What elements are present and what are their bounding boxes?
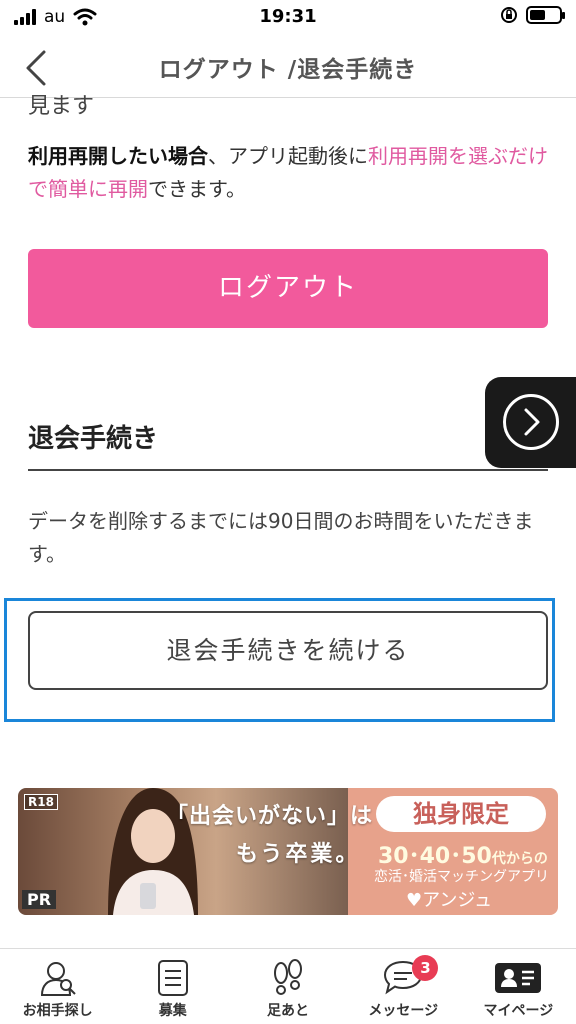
ad-catchphrase-1: 「出会いがない」は <box>166 804 374 829</box>
logout-button[interactable]: ログアウト <box>28 249 548 328</box>
status-bar: au 19:31 <box>0 0 576 34</box>
tab-label: メッセージ <box>368 1003 439 1019</box>
profile-card-icon <box>495 963 542 993</box>
chevron-right-icon <box>524 408 540 436</box>
section-divider <box>28 469 548 471</box>
status-right <box>500 6 565 24</box>
withdrawal-description: データを削除するまでには90日間のお時間をいただきます。 <box>28 509 534 566</box>
ad-pr-label: PR <box>22 890 57 909</box>
ad-subtitle: 恋活･婚活マッチングアプリ <box>374 869 549 885</box>
tab-label: 足あと <box>267 1003 309 1019</box>
info-bold-text: 利用再開したい場合 <box>28 144 208 168</box>
message-count-badge: 3 <box>412 955 439 981</box>
tab-label: 募集 <box>158 1003 187 1019</box>
ad-catchphrase-2: もう卒業。 <box>236 842 361 867</box>
footprints-icon <box>274 959 302 995</box>
tab-label: マイページ <box>483 1003 554 1019</box>
tab-messages[interactable]: 3 メッセージ <box>346 949 461 1024</box>
document-icon <box>157 960 188 996</box>
cut-off-text: 見ます <box>28 94 95 119</box>
ad-ages-suffix: 代からの <box>491 851 548 867</box>
status-time: 19:31 <box>259 6 317 27</box>
battery-icon <box>526 6 565 24</box>
ad-banner[interactable]: R18 PR 「出会いがない」は もう卒業。 独身限定 30･40･50代からの… <box>18 788 558 915</box>
orientation-lock-icon <box>501 7 517 23</box>
ad-r18-label: R18 <box>24 794 58 810</box>
next-circle <box>503 394 559 450</box>
page-title: ログアウト /退会手続き <box>158 57 418 83</box>
resume-info-text: 利用再開したい場合、アプリ起動後に利用再開を選ぶだけで簡単に再開できます。 <box>28 140 548 206</box>
tab-label: お相手探し <box>22 1003 93 1019</box>
info-text-2: できます。 <box>148 177 246 201</box>
tab-search[interactable]: お相手探し <box>0 949 115 1024</box>
continue-withdrawal-button[interactable]: 退会手続きを続ける <box>28 611 548 690</box>
ad-brand: ♥アンジュ <box>406 890 493 911</box>
tab-bar: お相手探し 募集 足あと 3 メッセージ マイページ <box>0 948 576 1024</box>
ad-badge: 独身限定 <box>376 796 546 832</box>
info-text-1: 、アプリ起動後に <box>208 144 368 168</box>
floating-next-button[interactable] <box>485 377 576 468</box>
search-person-icon <box>40 962 76 996</box>
tab-footprints[interactable]: 足あと <box>230 949 345 1024</box>
tab-mypage[interactable]: マイページ <box>461 949 576 1024</box>
tab-recruit[interactable]: 募集 <box>115 949 230 1024</box>
section-title: 退会手続き <box>28 424 159 454</box>
